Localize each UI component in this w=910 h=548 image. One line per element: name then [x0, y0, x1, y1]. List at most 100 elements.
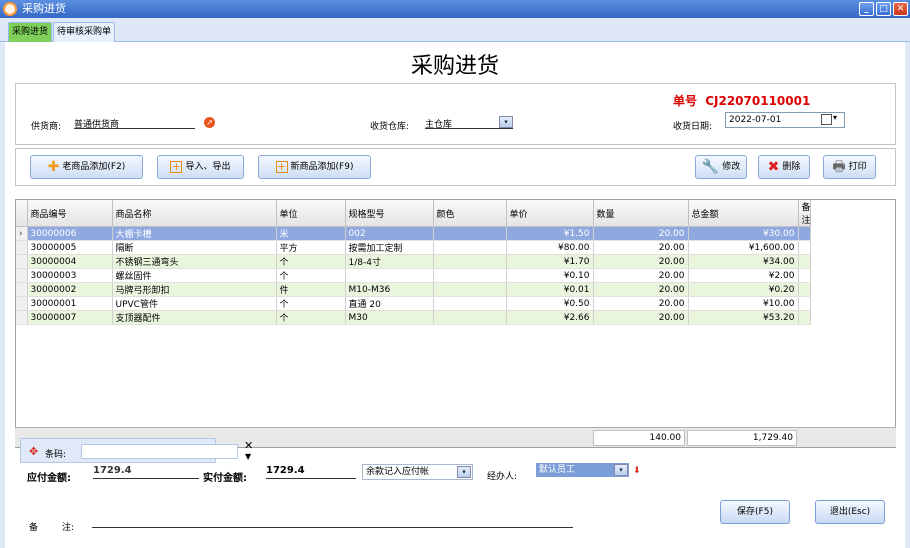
table-cell[interactable]: 20.00 [593, 268, 689, 283]
table-cell[interactable]: 1/8-4寸 [345, 254, 434, 269]
table-cell[interactable]: 件 [276, 282, 346, 297]
table-row[interactable]: 30000001 UPVC管件个直通 20 ¥0.50 20.00 ¥10.00 [16, 296, 811, 311]
remark-input[interactable] [92, 516, 573, 528]
supplier-field[interactable]: 普通供货商 [74, 117, 195, 130]
row-header[interactable] [16, 240, 28, 255]
table-cell[interactable]: 个 [276, 310, 346, 325]
close-window-button[interactable]: ✕ [893, 2, 908, 16]
table-cell[interactable] [433, 310, 507, 325]
current-row-indicator[interactable]: › [16, 226, 28, 241]
row-header[interactable] [16, 310, 28, 325]
table-cell[interactable]: 20.00 [593, 226, 689, 241]
table-row[interactable]: 30000003 螺丝固件个 ¥0.10 20.00 ¥2.00 [16, 268, 811, 283]
table-cell[interactable]: 个 [276, 254, 346, 269]
col-header[interactable]: 备注 [798, 200, 811, 227]
print-button[interactable]: 🖶 打印 [823, 155, 876, 179]
table-cell[interactable]: 30000007 [27, 310, 113, 325]
table-cell[interactable]: ¥80.00 [506, 240, 594, 255]
import-export-button[interactable]: + 导入、导出 [157, 155, 244, 179]
table-cell[interactable]: 20.00 [593, 310, 689, 325]
table-cell[interactable]: 20.00 [593, 254, 689, 269]
edit-button[interactable]: 🔧 修改 [695, 155, 747, 179]
table-cell[interactable] [433, 254, 507, 269]
table-cell[interactable]: 不锈钢三通弯头 [112, 254, 277, 269]
table-cell[interactable]: 米 [276, 226, 346, 241]
table-cell[interactable] [433, 268, 507, 283]
table-row[interactable]: 30000004 不锈钢三通弯头个 1/8-4寸 ¥1.70 20.00 ¥34.00 [16, 254, 811, 269]
table-cell[interactable] [345, 268, 434, 283]
table-cell[interactable] [798, 240, 811, 255]
table-row[interactable]: 30000005 隔断 平方 按需加工定制 ¥80.00 20.00 ¥1,600.00 [16, 240, 811, 255]
add-new-product-button[interactable]: + 新商品添加(F9) [258, 155, 371, 179]
table-cell[interactable]: 按需加工定制 [345, 240, 434, 255]
minimize-button[interactable]: _ [859, 2, 874, 16]
row-header[interactable] [16, 282, 28, 297]
table-cell[interactable]: 隔断 [112, 240, 277, 255]
table-cell[interactable]: ¥34.00 [688, 254, 799, 269]
table-cell[interactable]: 马牌弓形卸扣 [112, 282, 277, 297]
actual-payment-input[interactable]: 1729.4 [266, 465, 356, 479]
table-cell[interactable] [798, 310, 811, 325]
table-cell[interactable]: 个 [276, 296, 346, 311]
table-cell[interactable]: 002 [345, 226, 434, 241]
table-cell[interactable]: 平方 [276, 240, 346, 255]
table-cell[interactable]: 30000002 [27, 282, 113, 297]
date-dropdown-icon[interactable]: ▾ [833, 113, 837, 122]
table-row[interactable]: 30000002 马牌弓形卸扣件 M10-M36 ¥0.01 20.00 ¥0.20 [16, 282, 811, 297]
row-header[interactable] [16, 268, 28, 283]
table-cell[interactable]: ¥0.50 [506, 296, 594, 311]
move-icon[interactable]: ✥ [29, 445, 38, 458]
exit-button[interactable]: 退出(Esc) [815, 500, 885, 524]
table-cell[interactable]: ¥30.00 [688, 226, 799, 241]
col-header[interactable]: 单位 [276, 200, 346, 227]
warehouse-dropdown-icon[interactable]: ▾ [499, 116, 513, 128]
table-cell[interactable]: 个 [276, 268, 346, 283]
col-header[interactable]: 商品编号 [27, 200, 113, 227]
table-cell[interactable]: ¥1,600.00 [688, 240, 799, 255]
save-button[interactable]: 保存(F5) [720, 500, 790, 524]
table-cell[interactable] [798, 282, 811, 297]
table-cell[interactable] [433, 226, 507, 241]
table-cell[interactable]: ¥2.66 [506, 310, 594, 325]
table-cell[interactable]: 直通 20 [345, 296, 434, 311]
barcode-collapse-icon[interactable]: ▼ [245, 452, 251, 461]
tab-pending-review[interactable]: 待审核采购单 [53, 22, 116, 42]
col-header[interactable]: 商品名称 [112, 200, 277, 227]
table-cell[interactable]: ¥2.00 [688, 268, 799, 283]
row-header[interactable] [16, 254, 28, 269]
table-cell[interactable]: 大棚卡槽 [112, 226, 277, 241]
table-cell[interactable]: 20.00 [593, 296, 689, 311]
table-cell[interactable] [798, 254, 811, 269]
table-cell[interactable]: UPVC管件 [112, 296, 277, 311]
barcode-input[interactable] [81, 444, 238, 459]
table-row[interactable]: 30000007 支顶器配件个 M30 ¥2.66 20.00 ¥53.20 [16, 310, 811, 325]
table-cell[interactable]: 30000006 [27, 226, 113, 241]
calendar-icon[interactable] [821, 114, 832, 125]
table-cell[interactable] [798, 268, 811, 283]
col-header[interactable]: 单价 [506, 200, 594, 227]
table-cell[interactable]: 30000005 [27, 240, 113, 255]
table-cell[interactable]: 支顶器配件 [112, 310, 277, 325]
delete-button[interactable]: ✖ 删除 [758, 155, 810, 179]
table-cell[interactable]: 20.00 [593, 240, 689, 255]
row-header[interactable] [16, 296, 28, 311]
col-header[interactable]: 数量 [593, 200, 689, 227]
table-cell[interactable]: 30000004 [27, 254, 113, 269]
table-cell[interactable]: M30 [345, 310, 434, 325]
table-cell[interactable]: ¥0.20 [688, 282, 799, 297]
table-cell[interactable]: 30000003 [27, 268, 113, 283]
supplier-search-icon[interactable]: ↗ [204, 117, 215, 128]
table-cell[interactable]: ¥10.00 [688, 296, 799, 311]
table-cell[interactable]: M10-M36 [345, 282, 434, 297]
barcode-close-icon[interactable]: ✕ [244, 439, 253, 452]
table-cell[interactable] [798, 296, 811, 311]
table-cell[interactable]: ¥0.10 [506, 268, 594, 283]
table-row[interactable]: › 30000006 大棚卡槽米 002 ¥1.50 20.00 ¥30.00 [16, 226, 811, 241]
table-cell[interactable]: 30000001 [27, 296, 113, 311]
handler-dropdown-icon[interactable]: ▾ [614, 464, 628, 476]
table-cell[interactable]: ¥1.70 [506, 254, 594, 269]
table-cell[interactable] [798, 226, 811, 241]
table-cell[interactable]: ¥53.20 [688, 310, 799, 325]
table-cell[interactable] [433, 240, 507, 255]
table-cell[interactable]: ¥0.01 [506, 282, 594, 297]
